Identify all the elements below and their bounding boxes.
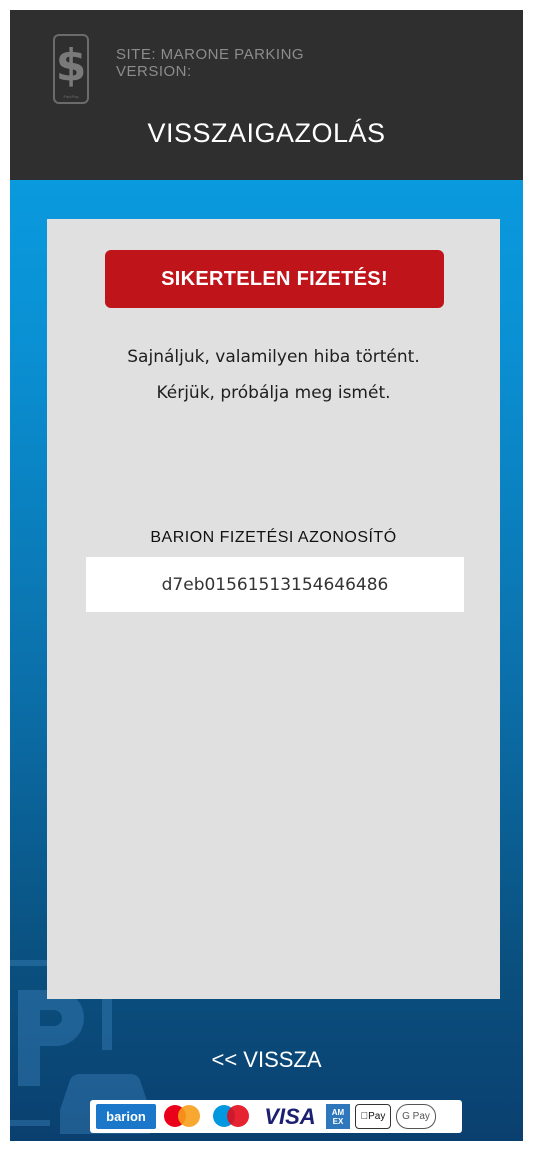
barion-logo: barion (96, 1104, 156, 1129)
site-name: SITE: MARONE PARKING (116, 46, 305, 63)
page-title: VISSZAIGAZOLÁS (147, 118, 386, 148)
site-meta: SITE: MARONE PARKING VERSION: (116, 46, 304, 80)
apple-pay-label: Pay (364, 1111, 385, 1122)
logo-caption: ParkPay (63, 94, 79, 99)
payment-methods-strip: barion VISA AM EX Pay G Pay (90, 1100, 462, 1133)
amex-logo: AM EX (326, 1104, 350, 1129)
apple-pay-logo: Pay (355, 1104, 391, 1129)
confirmation-card: SIKERTELEN FIZETÉS! Sajnáljuk, valamilye… (47, 219, 500, 999)
maestro-logo (210, 1104, 254, 1129)
google-pay-logo: G Pay (396, 1104, 436, 1129)
apple-icon:  (361, 1111, 369, 1122)
error-message-line-1: Sajnáljuk, valamilyen hiba történt. (127, 347, 420, 367)
version-label: VERSION: (116, 63, 192, 80)
mastercard-logo (161, 1104, 205, 1129)
visa-logo: VISA (264, 1103, 316, 1129)
dollar-phone-icon: $ ParkPay (53, 34, 89, 104)
header: $ ParkPay SITE: MARONE PARKING VERSION: … (10, 10, 523, 180)
payment-id-value: d7eb01561513154646486 (86, 557, 464, 612)
payment-id-label: BARION FIZETÉSI AZONOSÍTÓ (150, 529, 397, 546)
back-link[interactable]: << VISSZA (10, 1047, 523, 1073)
payment-failed-banner: SIKERTELEN FIZETÉS! (105, 250, 444, 308)
dollar-sign: $ (55, 40, 87, 91)
screen: $ ParkPay SITE: MARONE PARKING VERSION: … (10, 10, 523, 1141)
error-message-line-2: Kérjük, próbálja meg ismét. (156, 383, 391, 403)
